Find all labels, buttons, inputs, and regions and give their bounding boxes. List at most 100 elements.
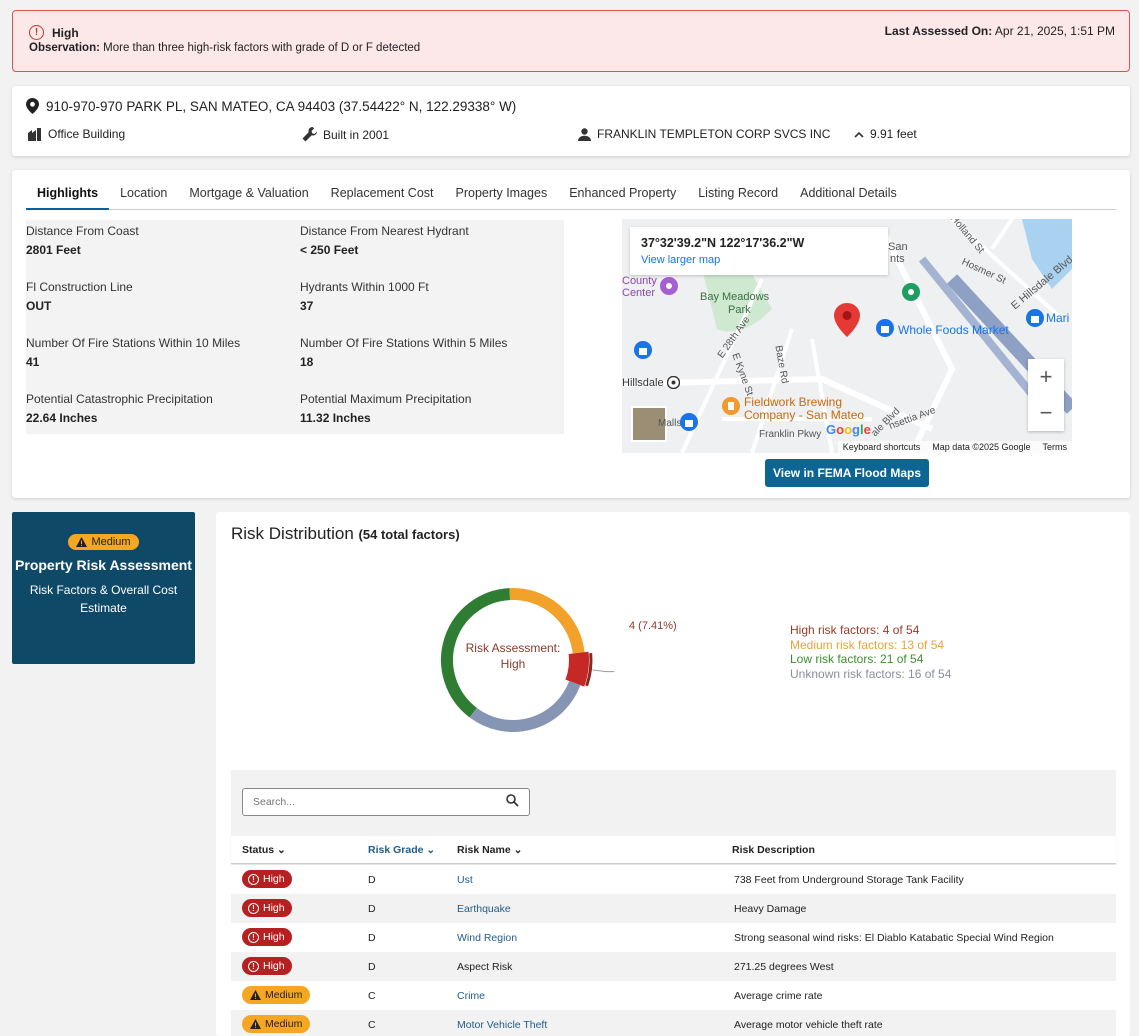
view-larger-map-link[interactable]: View larger map xyxy=(641,254,720,266)
map-label: Bay Meadows xyxy=(700,291,770,303)
last-assessed-value: Apr 21, 2025, 1:51 PM xyxy=(994,24,1115,38)
zoom-out-button[interactable]: − xyxy=(1028,395,1064,431)
fact-label: Number Of Fire Stations Within 5 Miles xyxy=(300,336,508,350)
fact-label: Fl Construction Line xyxy=(26,280,133,294)
keyboard-shortcuts-link[interactable]: Keyboard shortcuts xyxy=(843,442,921,452)
risk-description: 738 Feet from Underground Storage Tank F… xyxy=(734,874,964,886)
google-logo: Google xyxy=(826,422,871,437)
risk-total-text: (54 total factors) xyxy=(358,527,460,542)
table-row: ! High D Wind Region Strong seasonal wind… xyxy=(231,923,1116,952)
search-input[interactable] xyxy=(243,789,483,815)
column-header-label: Risk Grade xyxy=(368,844,424,856)
zoom-in-button[interactable]: + xyxy=(1028,359,1064,395)
address-text: 910-970-970 PARK PL, SAN MATEO, CA 94403… xyxy=(46,98,517,114)
built-text: Built in 2001 xyxy=(323,127,390,142)
alert-circle-icon: ! xyxy=(248,902,259,914)
risk-factors-table: Status ⌄ Risk Grade ⌄ Risk Name ⌄ Risk D… xyxy=(231,770,1116,1036)
map-label: Whole Foods Market xyxy=(898,323,1009,337)
highlights-facts: Distance From Coast 2801 Feet Distance Fr… xyxy=(26,220,564,434)
place-icon xyxy=(902,283,920,301)
place-icon xyxy=(660,277,678,295)
map-coordinates: 37°32'39.2"N 122°17'36.2"W xyxy=(641,236,805,250)
location-pin-icon xyxy=(26,98,39,114)
donut-callout-line xyxy=(592,669,615,673)
risk-grade: D xyxy=(368,932,376,944)
property-type: Office Building xyxy=(27,127,125,141)
alert-level-text: High xyxy=(52,25,79,40)
risk-name-link[interactable]: Crime xyxy=(457,990,485,1002)
map-label: nts xyxy=(890,253,905,265)
donut-slice-high[interactable] xyxy=(565,651,589,687)
risk-name-link[interactable]: Motor Vehicle Theft xyxy=(457,1019,547,1031)
fact-value: 11.32 Inches xyxy=(300,411,371,425)
property-address: 910-970-970 PARK PL, SAN MATEO, CA 94403… xyxy=(26,98,516,114)
column-header-risk-grade[interactable]: Risk Grade ⌄ xyxy=(368,844,435,856)
wrench-icon xyxy=(302,127,317,142)
fema-flood-maps-button[interactable]: View in FEMA Flood Maps xyxy=(765,459,929,487)
property-elevation: 9.91 feet xyxy=(854,127,917,141)
column-header-risk-name[interactable]: Risk Name ⌄ xyxy=(457,844,522,856)
tab-enhanced-property[interactable]: Enhanced Property xyxy=(558,182,687,210)
chevron-down-icon: ⌄ xyxy=(513,844,523,856)
tab-mortgage-valuation[interactable]: Mortgage & Valuation xyxy=(178,182,319,210)
tab-property-images[interactable]: Property Images xyxy=(445,182,559,210)
table-row: ! High D Aspect Risk 271.25 degrees West xyxy=(231,952,1116,981)
column-header-status[interactable]: Status ⌄ xyxy=(242,844,286,856)
status-text: High xyxy=(263,960,285,972)
map-label: Franklin Pkwy xyxy=(759,429,822,440)
alert-observation: Observation: More than three high-risk f… xyxy=(29,42,420,54)
status-text: High xyxy=(263,931,285,943)
risk-grade: D xyxy=(368,903,376,915)
donut-center-value: High xyxy=(501,657,526,671)
side-card-subtitle: Risk Factors & Overall Cost Estimate xyxy=(29,583,178,615)
tab-highlights[interactable]: Highlights xyxy=(26,182,110,210)
property-summary-card: 910-970-970 PARK PL, SAN MATEO, CA 94403… xyxy=(12,86,1130,156)
alert-circle-icon: ! xyxy=(29,25,44,40)
map-label: Hillsdale xyxy=(622,377,664,389)
risk-description: Strong seasonal wind risks: El Diablo Ka… xyxy=(734,932,1054,944)
elevation-text: 9.91 feet xyxy=(870,127,917,141)
risk-name-link[interactable]: Wind Region xyxy=(457,932,517,944)
person-icon xyxy=(578,127,591,141)
warning-icon xyxy=(250,990,261,1000)
risk-level-badge: Medium xyxy=(68,534,139,550)
owner-text: FRANKLIN TEMPLETON CORP SVCS INC xyxy=(597,127,831,141)
tab-replacement-cost[interactable]: Replacement Cost xyxy=(320,182,445,210)
risk-title-text: Risk Distribution xyxy=(231,524,354,543)
tab-listing-record[interactable]: Listing Record xyxy=(687,182,789,210)
map-attribution: Keyboard shortcuts Map data ©2025 Google… xyxy=(837,441,1072,453)
risk-distribution-title: Risk Distribution (54 total factors) xyxy=(231,524,460,544)
column-header-label: Status xyxy=(242,844,275,856)
property-type-text: Office Building xyxy=(48,127,126,141)
risk-grade: C xyxy=(368,1019,376,1031)
tab-location[interactable]: Location xyxy=(109,182,178,210)
brewery-icon xyxy=(722,397,740,415)
last-assessed: Last Assessed On: Apr 21, 2025, 1:51 PM xyxy=(885,24,1115,38)
map-data-text: Map data ©2025 Google xyxy=(932,442,1031,452)
tab-additional-details[interactable]: Additional Details xyxy=(789,182,908,210)
donut-slice-unknown[interactable] xyxy=(469,680,581,732)
map-label: Company - San Mateo xyxy=(744,408,865,422)
map-terms-link[interactable]: Terms xyxy=(1043,442,1068,452)
chevron-up-icon xyxy=(854,131,864,138)
highlights-card: Highlights Location Mortgage & Valuation… xyxy=(12,170,1130,498)
risk-description: Heavy Damage xyxy=(734,903,807,915)
map-label: Park xyxy=(728,304,751,316)
fact-item: Distance From Nearest Hydrant < 250 Feet xyxy=(300,224,560,257)
fact-value: 41 xyxy=(26,355,40,369)
map-label: County xyxy=(622,275,657,287)
table-row: ! High D Ust 738 Feet from Underground St… xyxy=(231,865,1116,894)
shopping-icon xyxy=(876,319,894,337)
property-risk-assessment-card[interactable]: Medium Property Risk Assessment Risk Fac… xyxy=(12,512,195,664)
column-header-risk-description: Risk Description xyxy=(732,844,815,856)
status-badge-high: ! High xyxy=(242,899,292,917)
search-icon[interactable] xyxy=(506,794,519,807)
risk-name-link[interactable]: Ust xyxy=(457,874,473,886)
fact-item: Fl Construction Line OUT xyxy=(26,280,286,313)
risk-alert-banner: ! High Observation: More than three high… xyxy=(12,10,1130,72)
fact-item: Potential Maximum Precipitation 11.32 Inc… xyxy=(300,392,560,425)
location-map[interactable]: Bay Meadows Park Whole Foods Market Fiel… xyxy=(622,219,1072,453)
map-zoom-controls: + − xyxy=(1028,359,1064,431)
fact-item: Number Of Fire Stations Within 5 Miles 18 xyxy=(300,336,560,369)
risk-name-link[interactable]: Earthquake xyxy=(457,903,511,915)
